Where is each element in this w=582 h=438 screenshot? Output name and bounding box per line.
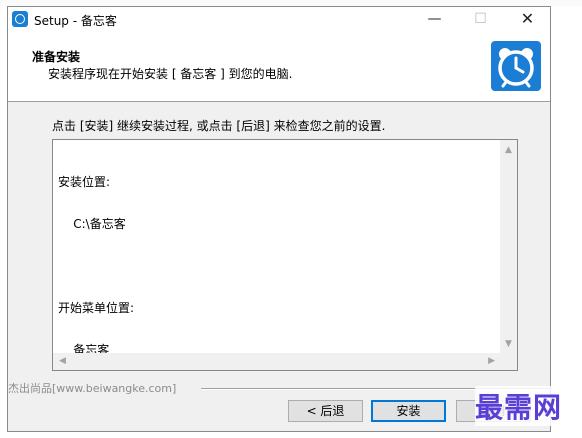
scroll-left-icon[interactable]: ◀ bbox=[59, 356, 66, 366]
vertical-scrollbar[interactable]: ▲ ▼ bbox=[500, 140, 517, 354]
setup-window: Setup - 备忘客 — ☐ ✕ 准备安装 安装程序现在开始安装 [ 备忘客 … bbox=[7, 6, 551, 432]
title-bar[interactable]: Setup - 备忘客 — ☐ ✕ bbox=[8, 7, 550, 32]
background-right-edge bbox=[551, 6, 582, 438]
scroll-right-icon[interactable]: ▶ bbox=[488, 356, 495, 366]
scroll-down-icon[interactable]: ▼ bbox=[505, 339, 512, 349]
page-subtitle: 安装程序现在开始安装 [ 备忘客 ] 到您的电脑. bbox=[48, 67, 293, 81]
app-icon bbox=[12, 11, 28, 27]
summary-line: 安装位置: bbox=[58, 175, 111, 189]
scrollbar-corner bbox=[500, 353, 517, 370]
window-title: Setup - 备忘客 bbox=[34, 14, 117, 28]
minimize-button[interactable]: — bbox=[412, 7, 457, 32]
horizontal-scrollbar[interactable]: ◀ ▶ bbox=[53, 353, 501, 370]
wizard-header: 准备安装 安装程序现在开始安装 [ 备忘客 ] 到您的电脑. bbox=[8, 32, 550, 102]
page-title: 准备安装 bbox=[32, 50, 81, 64]
background-left-edge bbox=[0, 6, 7, 438]
summary-line bbox=[58, 259, 134, 273]
scroll-up-icon[interactable]: ▲ bbox=[505, 145, 512, 155]
site-watermark: 最需网 bbox=[475, 386, 563, 426]
install-summary-box[interactable]: 安装位置: C:\备忘客 开始菜单位置: 备忘客 ▲ ▼ ◀ ▶ bbox=[52, 139, 518, 371]
close-button[interactable]: ✕ bbox=[505, 7, 550, 32]
instruction-text: 点击 [安装] 继续安装过程, 或点击 [后退] 来检查您之前的设置. bbox=[52, 119, 386, 133]
back-button[interactable]: < 后退 bbox=[288, 400, 363, 422]
maximize-button[interactable]: ☐ bbox=[458, 7, 503, 32]
install-summary-content: 安装位置: C:\备忘客 开始菜单位置: 备忘客 bbox=[58, 147, 135, 370]
summary-line: 开始菜单位置: bbox=[58, 301, 135, 315]
summary-line: C:\备忘客 bbox=[58, 217, 126, 231]
branding-text: 杰出尚品[www.beiwangke.com] bbox=[8, 382, 177, 395]
install-button[interactable]: 安装 bbox=[371, 400, 446, 422]
alarm-clock-icon bbox=[491, 41, 541, 91]
